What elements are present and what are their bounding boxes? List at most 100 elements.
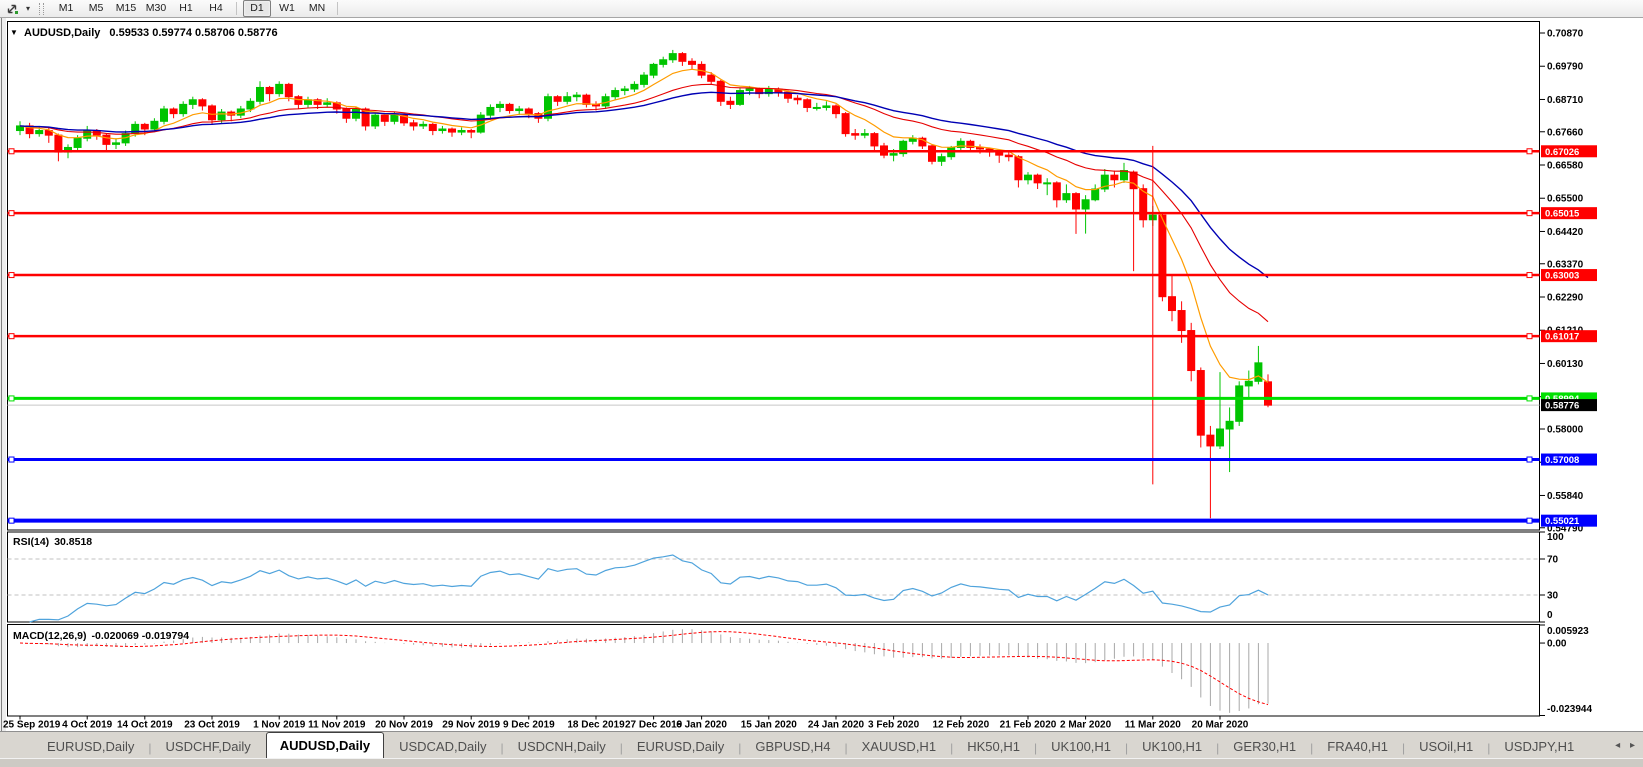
- timeframe-toolbar: ▾ M1M5M15M30H1H4 D1W1MN: [0, 0, 1643, 18]
- tab-usdcad-daily[interactable]: USDCAD,Daily: [386, 736, 499, 758]
- price-axis-label: 0.68710: [1547, 95, 1584, 106]
- tab-eurusd-daily[interactable]: EURUSD,Daily: [34, 736, 147, 758]
- tab-uk100-h1[interactable]: UK100,H1: [1038, 736, 1124, 758]
- candle-body: [420, 124, 427, 126]
- timeframe-m1-button[interactable]: M1: [52, 0, 80, 17]
- tab-uk100-h1[interactable]: UK100,H1: [1129, 736, 1215, 758]
- candle-body: [823, 106, 830, 108]
- candle: [1159, 214, 1166, 302]
- candle-body: [180, 104, 187, 113]
- candle-body: [209, 106, 216, 120]
- chart-canvas[interactable]: ▼ AUDUSD,Daily0.59533 0.59774 0.58706 0.…: [0, 18, 1643, 731]
- hline-anchor: [9, 396, 14, 401]
- candle: [842, 112, 849, 137]
- candle-body: [852, 134, 859, 136]
- candle-body: [1245, 381, 1252, 386]
- timeframe-m30-button[interactable]: M30: [142, 0, 170, 17]
- status-strip: [0, 758, 1643, 767]
- candle-body: [1217, 429, 1224, 446]
- tab-fra40-h1[interactable]: FRA40,H1: [1314, 736, 1401, 758]
- candle-body: [660, 60, 667, 65]
- tabs-navigation: ◂ ▸: [1608, 740, 1635, 751]
- timeframe-w1-button[interactable]: W1: [273, 0, 301, 17]
- hline-anchor: [1527, 518, 1532, 523]
- candle-body: [679, 54, 686, 62]
- tab-gbpusd-h4[interactable]: GBPUSD,H4: [742, 736, 843, 758]
- candle-body: [650, 64, 657, 75]
- candle-body: [343, 109, 350, 118]
- price-badge-0.57008: 0.57008: [1541, 454, 1597, 467]
- candle-body: [1015, 157, 1022, 180]
- candle-body: [257, 87, 264, 101]
- tab-usoil-h1[interactable]: USOil,H1: [1406, 736, 1486, 758]
- current-price-badge: 0.58776: [1541, 399, 1597, 412]
- toolbar-grip[interactable]: [39, 3, 44, 15]
- price-badge-0.65015-text: 0.65015: [1545, 209, 1580, 220]
- candle-body: [161, 109, 168, 121]
- price-axis-label: 0.60130: [1547, 359, 1584, 370]
- candle-body: [833, 106, 840, 114]
- tab-xauusd-h1[interactable]: XAUUSD,H1: [849, 736, 949, 758]
- price-badge-0.57008-text: 0.57008: [1545, 455, 1579, 466]
- tab-usdcnh-daily[interactable]: USDCNH,Daily: [505, 736, 619, 758]
- chart-title: AUDUSD,Daily0.59533 0.59774 0.58706 0.58…: [24, 27, 278, 39]
- date-axis-label: 18 Dec 2019: [567, 720, 625, 731]
- date-axis-label: 3 Feb 2020: [868, 720, 920, 731]
- hline-anchor: [9, 518, 14, 523]
- candle-body: [1073, 194, 1080, 209]
- rsi-axis-label: 70: [1547, 555, 1559, 566]
- date-axis-label: 24 Jan 2020: [808, 720, 865, 731]
- candle-body: [391, 115, 398, 121]
- timeframe-h1-button[interactable]: H1: [172, 0, 200, 17]
- date-axis-label: 11 Mar 2020: [1125, 720, 1182, 731]
- price-axis-label: 0.58000: [1547, 425, 1584, 436]
- date-axis-label: 4 Oct 2019: [62, 720, 112, 731]
- candle-body: [525, 109, 532, 114]
- date-axis-label: 9 Dec 2019: [503, 720, 555, 731]
- tab-usdchf-daily[interactable]: USDCHF,Daily: [153, 736, 264, 758]
- date-axis-label: 15 Jan 2020: [741, 720, 798, 731]
- chart-tools-icon[interactable]: [2, 1, 22, 17]
- tab-ger30-h1[interactable]: GER30,H1: [1220, 736, 1309, 758]
- tab-hk50-h1[interactable]: HK50,H1: [954, 736, 1033, 758]
- date-axis-label: 14 Oct 2019: [117, 720, 173, 731]
- macd-axis-label: 0.005923: [1547, 626, 1589, 637]
- timeframe-h4-button[interactable]: H4: [202, 0, 230, 17]
- candle-body: [449, 129, 456, 132]
- candle-body: [497, 104, 504, 107]
- chart-menu-triangle[interactable]: ▼: [10, 28, 18, 37]
- tab-eurusd-daily[interactable]: EURUSD,Daily: [624, 736, 737, 758]
- date-axis-label: 21 Feb 2020: [1000, 720, 1057, 731]
- candle-body: [1092, 189, 1099, 200]
- rsi-axis-label: 30: [1547, 591, 1559, 602]
- candle-body: [36, 131, 43, 134]
- tab-usdjpy-h1[interactable]: USDJPY,H1: [1491, 736, 1587, 758]
- hline-anchor: [1527, 457, 1532, 462]
- candle-body: [583, 95, 590, 104]
- candle-body: [151, 121, 158, 129]
- price-badge-0.61017-text: 0.61017: [1545, 332, 1579, 343]
- tab-audusd-daily[interactable]: AUDUSD,Daily: [266, 732, 384, 758]
- candle-body: [516, 109, 523, 111]
- candle-body: [746, 89, 753, 91]
- timeframe-m15-button[interactable]: M15: [112, 0, 140, 17]
- timeframe-mn-button[interactable]: MN: [303, 0, 331, 17]
- candle: [161, 106, 168, 124]
- tabs-scroll-left-icon[interactable]: ◂: [1615, 740, 1620, 751]
- timeframe-m5-button[interactable]: M5: [82, 0, 110, 17]
- candle-body: [1178, 311, 1185, 331]
- candle-body: [861, 134, 868, 136]
- candle-body: [1265, 382, 1272, 405]
- date-axis-label: 12 Feb 2020: [932, 720, 989, 731]
- price-axis-label: 0.55840: [1547, 491, 1584, 502]
- candle-body: [410, 123, 417, 126]
- date-axis-label: 23 Oct 2019: [184, 720, 240, 731]
- candle: [737, 87, 744, 105]
- candle-body: [804, 100, 811, 108]
- hline-anchor: [1527, 211, 1532, 216]
- timeframe-d1-button[interactable]: D1: [243, 0, 271, 17]
- candle-body: [1197, 371, 1204, 436]
- candle-body: [506, 104, 513, 110]
- tabs-scroll-right-icon[interactable]: ▸: [1630, 740, 1635, 751]
- chart-tools-dropdown-caret[interactable]: ▾: [22, 4, 34, 13]
